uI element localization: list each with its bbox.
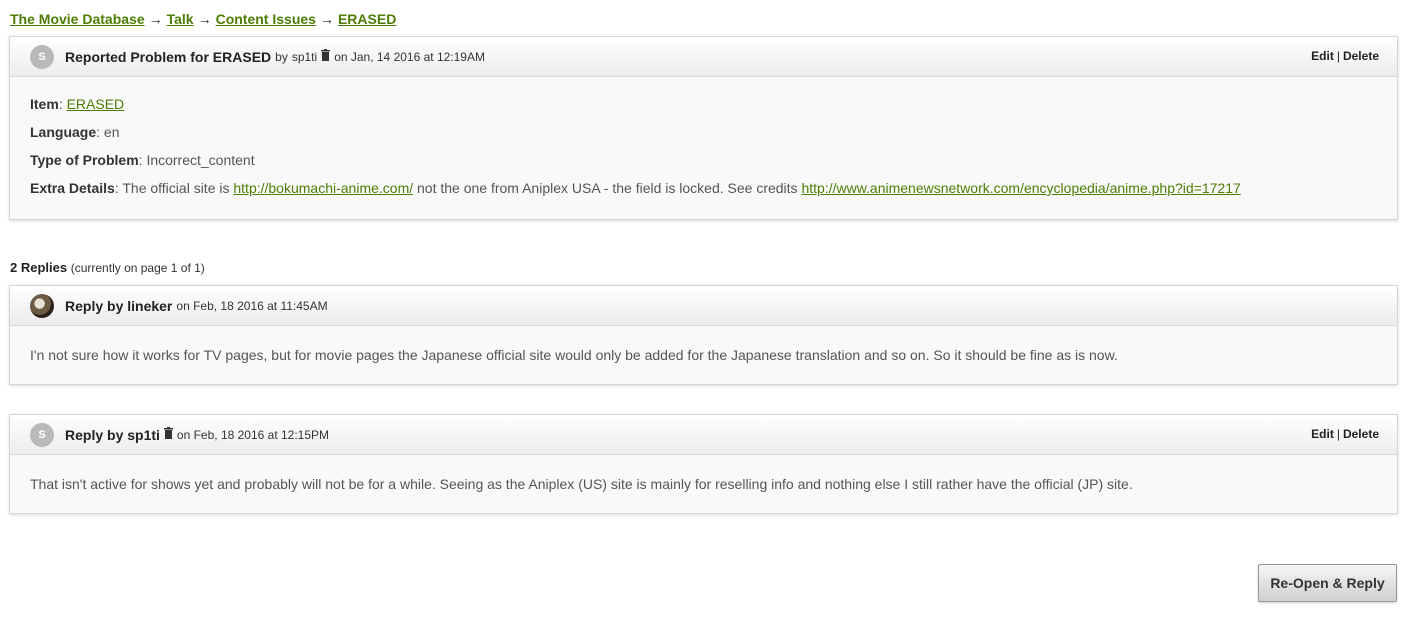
report-title: Reported Problem for ERASED	[65, 48, 272, 65]
breadcrumb-separator: →	[197, 11, 212, 27]
extra-details-row: Extra Details: The official site is http…	[30, 180, 1241, 196]
action-separator: |	[1336, 49, 1340, 63]
delete-link[interactable]: Delete	[1343, 49, 1379, 63]
reply-header: Reply by lineker on Feb, 18 2016 at 11:4…	[10, 286, 1397, 326]
page-info: (currently on page 1 of 1)	[70, 261, 205, 275]
report-header: S Reported Problem for ERASED by sp1ti o…	[10, 37, 1397, 77]
reply-panel: Reply by lineker on Feb, 18 2016 at 11:4…	[9, 285, 1398, 385]
reply-text: That isn't active for shows yet and prob…	[30, 476, 1133, 492]
language-row: Language: en	[30, 124, 120, 140]
reply-text: I'n not sure how it works for TV pages, …	[30, 347, 1118, 363]
extra-text-2: not the one from Aniplex USA - the field…	[417, 180, 798, 196]
reply-date: on Feb, 18 2016 at 12:15PM	[176, 427, 330, 442]
by-label: by	[275, 49, 288, 64]
breadcrumb-separator: →	[148, 11, 163, 27]
language-value: en	[103, 124, 120, 140]
reply-panel: S Reply by sp1ti on Feb, 18 2016 at 12:1…	[9, 414, 1398, 514]
breadcrumb-link-talk[interactable]: Talk	[167, 11, 194, 27]
breadcrumb: The Movie Database → Talk → Content Issues → E…	[10, 11, 396, 27]
ann-link[interactable]: http://www.animenewsnetwork.com/encyclop…	[801, 180, 1240, 196]
report-date: on Jan, 14 2016 at 12:19AM	[334, 49, 485, 64]
edit-link[interactable]: Edit	[1311, 427, 1334, 441]
item-row: Item: ERASED	[30, 96, 125, 112]
trash-icon	[163, 427, 173, 442]
edit-link[interactable]: Edit	[1311, 49, 1334, 63]
delete-link[interactable]: Delete	[1343, 427, 1379, 441]
trash-icon	[321, 49, 331, 64]
language-label: Language	[30, 124, 97, 140]
official-site-link[interactable]: http://bokumachi-anime.com/	[233, 180, 413, 196]
breadcrumb-link-erased[interactable]: ERASED	[338, 11, 396, 27]
type-row: Type of Problem: Incorrect_content	[30, 152, 255, 168]
type-label: Type of Problem	[30, 152, 139, 168]
avatar[interactable]	[30, 293, 54, 318]
reply-title: Reply by sp1ti	[65, 426, 160, 443]
reply-title: Reply by lineker	[65, 297, 173, 314]
report-username[interactable]: sp1ti	[292, 50, 317, 64]
replies-count-label: 2 Replies	[10, 260, 68, 275]
reply-header: S Reply by sp1ti on Feb, 18 2016 at 12:1…	[10, 415, 1397, 455]
breadcrumb-link-content-issues[interactable]: Content Issues	[216, 11, 316, 27]
extra-label: Extra Details	[30, 180, 115, 196]
reply-date: on Feb, 18 2016 at 11:45AM	[176, 298, 328, 313]
item-label: Item	[30, 96, 59, 112]
type-value: Incorrect_content	[146, 152, 255, 168]
replies-count: 2 Replies (currently on page 1 of 1)	[10, 260, 205, 275]
avatar[interactable]: S	[30, 422, 54, 447]
breadcrumb-separator: →	[319, 11, 334, 27]
report-panel: S Reported Problem for ERASED by sp1ti o…	[9, 36, 1398, 220]
reply-body: I'n not sure how it works for TV pages, …	[10, 326, 1397, 382]
breadcrumb-link-tmdb[interactable]: The Movie Database	[10, 11, 145, 27]
extra-text-1: The official site is	[122, 180, 230, 196]
report-actions: Edit | Delete	[1311, 49, 1379, 63]
avatar-initials: S	[38, 428, 46, 441]
action-separator: |	[1336, 427, 1340, 441]
reply-actions: Edit | Delete	[1311, 427, 1379, 441]
item-link[interactable]: ERASED	[67, 96, 125, 112]
avatar-initials: S	[38, 50, 46, 63]
reopen-reply-button[interactable]: Re-Open & Reply	[1258, 564, 1397, 602]
avatar[interactable]: S	[30, 44, 54, 69]
report-body: Item: ERASED Language: en Type of Proble…	[10, 77, 1397, 214]
reply-body: That isn't active for shows yet and prob…	[10, 455, 1397, 511]
